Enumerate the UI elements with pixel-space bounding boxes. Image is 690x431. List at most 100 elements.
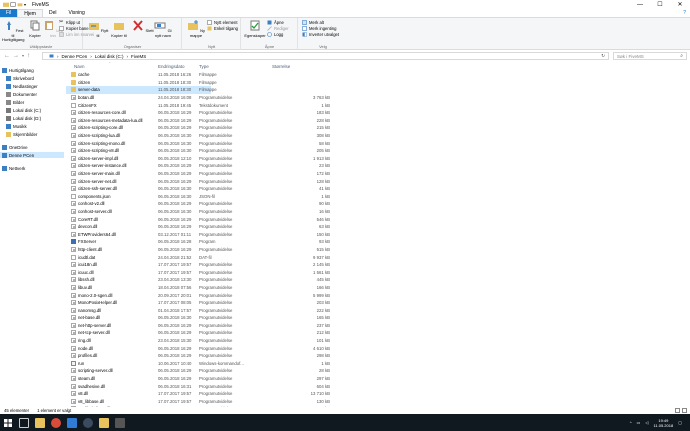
nav-item[interactable]: Dokumenter: [0, 91, 37, 97]
search-icon[interactable]: ⌕: [680, 53, 683, 59]
easy-access-button[interactable]: Enkel tilgang: [207, 25, 238, 31]
properties-button[interactable]: Egenskaper: [244, 20, 266, 38]
volume-icon[interactable]: ◁: [645, 420, 648, 425]
history-button[interactable]: Logg: [267, 31, 283, 37]
table-row[interactable]: citizen-server-net.dll 06.05.2018 16:29 Pr…: [66, 177, 690, 185]
nav-item[interactable]: Bilder: [0, 99, 24, 105]
nav-item[interactable]: Lokal disk (C:): [0, 107, 41, 113]
table-row[interactable]: devcon.dll 06.05.2018 16:29 Programutvidel…: [66, 223, 690, 231]
table-row[interactable]: server-data 11.05.2018 18:30 Filmappe: [66, 86, 217, 94]
table-row[interactable]: components.json 06.05.2018 16:30 JSON-fil 1…: [66, 193, 690, 201]
up-arrow-icon[interactable]: ↑: [27, 53, 30, 59]
table-row[interactable]: run 10.06.2017 10:40 Windows-kommandof... 1…: [66, 360, 690, 368]
search-box[interactable]: Søk i FiveMS ⌕: [613, 52, 687, 60]
table-row[interactable]: citizen-scripting-lua.dll 06.05.2018 16:3…: [66, 132, 690, 140]
table-row[interactable]: http-client.dll 06.05.2018 16:29 Programut…: [66, 246, 690, 254]
nav-item[interactable]: Hurtigtilgang: [0, 67, 34, 73]
task-view-icon[interactable]: [19, 417, 29, 428]
recent-chevron-icon[interactable]: ▾: [22, 53, 24, 59]
table-row[interactable]: citizen-server-impl.dll 06.05.2018 12:10 P…: [66, 155, 690, 163]
move-to-button[interactable]: Flytt til: [87, 20, 109, 38]
large-icons-view-icon[interactable]: [682, 408, 687, 413]
column-header-size[interactable]: Størrelse: [272, 64, 290, 69]
maximize-button[interactable]: ☐: [650, 0, 670, 9]
table-row[interactable]: CitizenFX 11.05.2018 19:45 Tekstdokument 1 …: [66, 101, 690, 109]
table-row[interactable]: icui18n.dll 17.07.2017 19:57 Programutvide…: [66, 261, 690, 269]
back-arrow-icon[interactable]: ←: [4, 53, 10, 59]
chrome-taskbar-icon[interactable]: [51, 417, 61, 428]
column-header-date[interactable]: Endringsdato: [158, 64, 185, 69]
table-row[interactable]: citizen-server-instance.dll 06.05.2018 16…: [66, 162, 690, 170]
table-row[interactable]: icuuc.dll 17.07.2017 19:57 Programutvidels…: [66, 268, 690, 276]
new-folder-icon[interactable]: [17, 2, 23, 7]
tray-chevron-icon[interactable]: ^: [630, 420, 632, 425]
app-taskbar-icon[interactable]: [67, 417, 77, 428]
tab-share[interactable]: Del: [43, 9, 63, 17]
table-row[interactable]: citizen-scripting-core.dll 06.05.2018 16:…: [66, 124, 690, 132]
minimize-button[interactable]: —: [630, 0, 650, 9]
table-row[interactable]: citizen-ssh-server.dll 06.05.2018 16:30 Pr…: [66, 185, 690, 193]
table-row[interactable]: citizen-resources-metadata-lua.dll 06.05.…: [66, 117, 690, 125]
table-row[interactable]: svadhesive.dll 06.05.2018 16:31 Programutv…: [66, 382, 690, 390]
table-row[interactable]: libssh.dll 23.04.2018 13:30 Programutvidel…: [66, 276, 690, 284]
table-row[interactable]: MonoPosixHelper.dll 17.07.2017 08:05 Progr…: [66, 299, 690, 307]
breadcrumb-fivems[interactable]: FiveMS: [131, 54, 146, 59]
column-header-name[interactable]: Navn: [74, 64, 85, 69]
nav-item[interactable]: Denne PCen: [0, 152, 64, 158]
explorer-taskbar-icon[interactable]: [35, 417, 45, 428]
properties-icon[interactable]: [10, 2, 16, 7]
breadcrumb-this-pc[interactable]: Denne PCen: [62, 54, 88, 59]
table-row[interactable]: botan.dll 24.04.2018 16:08 Programutvidels…: [66, 94, 690, 102]
table-row[interactable]: net-tcp-server.dll 06.05.2018 16:29 Progra…: [66, 329, 690, 337]
table-row[interactable]: citizen-scripting-v8.dll 06.05.2018 16:30…: [66, 147, 690, 155]
steam-taskbar-icon[interactable]: [83, 417, 93, 428]
table-row[interactable]: v8_libbase.dll 17.07.2017 19:57 Programutv…: [66, 398, 690, 406]
details-view-icon[interactable]: [675, 408, 680, 413]
table-row[interactable]: profiles.dll 06.05.2018 16:29 Programutvid…: [66, 352, 690, 360]
column-header-type[interactable]: Type: [199, 64, 209, 69]
table-row[interactable]: net-base.dll 06.05.2018 16:30 Programutvid…: [66, 314, 690, 322]
table-row[interactable]: cache 11.05.2018 16:26 Filmappe: [66, 71, 690, 79]
pin-button[interactable]: Fest til Hurtigtilgang: [2, 20, 24, 43]
app-taskbar-icon[interactable]: [115, 417, 125, 428]
nav-item[interactable]: Skjermbilder: [0, 131, 37, 137]
rename-button[interactable]: Gi nytt navn: [152, 20, 174, 38]
forward-arrow-icon[interactable]: →: [13, 53, 19, 59]
nav-item[interactable]: OneDrive: [0, 144, 28, 150]
refresh-icon[interactable]: ↻: [601, 53, 605, 59]
tab-file[interactable]: Fil: [0, 9, 18, 17]
table-row[interactable]: citizen-resources-core.dll 06.05.2018 16:…: [66, 109, 690, 117]
address-bar[interactable]: › Denne PCen › Lokal disk (C:) › FiveMS …: [42, 52, 609, 60]
delete-button[interactable]: Slett: [132, 20, 154, 34]
tab-home[interactable]: Hjem: [17, 9, 43, 17]
table-row[interactable]: FXServer 06.05.2018 16:28 Program 93 kB: [66, 238, 690, 246]
table-row[interactable]: steam.dll 06.05.2018 16:29 Programutvidels…: [66, 375, 690, 383]
table-row[interactable]: CoreRT.dll 06.05.2018 16:29 Programutvidel…: [66, 215, 690, 223]
table-row[interactable]: nanomsg.dll 01.04.2018 17:57 Programutvide…: [66, 306, 690, 314]
table-row[interactable]: scripting-server.dll 06.05.2018 16:29 Prog…: [66, 367, 690, 375]
nav-item[interactable]: Lokal disk (D:): [0, 115, 41, 121]
table-row[interactable]: icudtl.dat 24.04.2018 21:52 DAT-fil 9 937 k…: [66, 253, 690, 261]
close-button[interactable]: ✕: [670, 0, 690, 9]
help-icon[interactable]: ?: [683, 10, 686, 16]
nav-item[interactable]: Nettverk: [0, 165, 25, 171]
table-row[interactable]: citizen-scripting-mono.dll 06.05.2018 16:…: [66, 139, 690, 147]
new-folder-button[interactable]: Ny mappe: [185, 20, 207, 38]
start-button[interactable]: [0, 414, 16, 431]
notifications-icon[interactable]: ▢: [678, 420, 682, 425]
clock[interactable]: 19:49 11.05.2018: [653, 418, 673, 428]
table-row[interactable]: ring.dll 23.04.2018 15:30 Programutvidelse…: [66, 337, 690, 345]
breadcrumb-local-disk[interactable]: Lokal disk (C:): [95, 54, 124, 59]
table-row[interactable]: net-http-server.dll 06.05.2018 16:29 Progr…: [66, 322, 690, 330]
chevron-down-icon[interactable]: ▾: [24, 2, 26, 7]
nav-item[interactable]: Skrivebord: [0, 75, 34, 81]
table-row[interactable]: ETWProviders64.dll 03.12.2017 01:11 Progra…: [66, 230, 690, 238]
app-taskbar-icon[interactable]: [99, 417, 109, 428]
invert-selection-button[interactable]: Inverter utvalget: [302, 31, 339, 37]
network-tray-icon[interactable]: ▭: [637, 420, 641, 425]
table-row[interactable]: conhost-v2.dll 06.05.2018 16:29 Programutv…: [66, 200, 690, 208]
table-row[interactable]: citizen-server-main.dll 06.05.2018 16:29 P…: [66, 170, 690, 178]
table-row[interactable]: node.dll 06.05.2018 16:29 Programutvidelse…: [66, 344, 690, 352]
nav-item[interactable]: Nedlastinger: [0, 83, 38, 89]
table-row[interactable]: v8.dll 17.07.2017 19:57 Programutvidelse 13…: [66, 390, 690, 398]
